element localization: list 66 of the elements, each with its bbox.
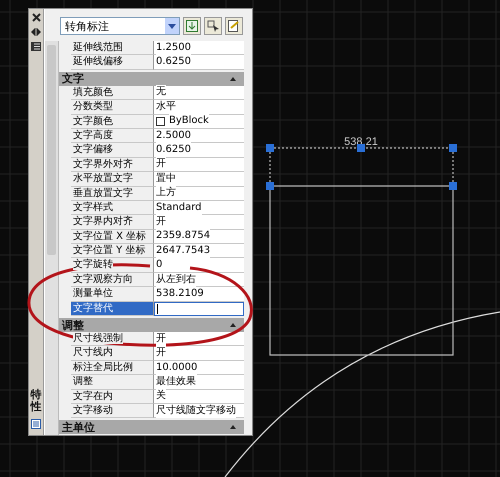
property-name[interactable]: 文字替代 [71,302,154,316]
property-value: 开 [154,158,244,172]
property-name[interactable]: 调整 [71,375,154,390]
property-name[interactable]: 文字颜色 [71,114,154,129]
property-value: 上方 [154,186,244,201]
property-name[interactable]: 标注全局比例 [71,360,154,376]
property-name[interactable]: 文字移动 [71,404,154,418]
close-icon[interactable] [32,13,40,22]
property-name[interactable]: 延伸线偏移 [71,55,154,70]
property-name[interactable]: 文字观察方向 [71,272,154,288]
properties-icon[interactable] [31,419,41,429]
property-name[interactable]: 文字在内 [71,390,154,404]
property-value: 2359.8754 [154,230,244,244]
property-value: 2647.7543 [154,244,244,258]
property-value: 10.0000 [154,360,244,376]
menu-icon[interactable] [31,42,41,51]
property-name[interactable]: 测量单位 [71,287,154,302]
property-name[interactable]: 垂直放置文字 [71,186,154,201]
property-name[interactable]: 文字界内对齐 [71,215,154,230]
property-name[interactable]: 尺寸线内 [71,346,154,361]
property-name[interactable]: 填充颜色 [71,86,154,100]
property-value: ByBlock [169,114,209,128]
object-type-dropdown[interactable]: 转角标注 [60,17,180,35]
grip-handle [266,182,274,190]
property-name[interactable]: 文字高度 [71,128,154,144]
property-value: Standard [154,200,244,216]
toggle-pickadd-button[interactable] [225,17,243,35]
auto-hide-icon[interactable] [31,28,41,36]
property-value: 0 [154,258,244,273]
property-value: 无 [154,86,244,100]
property-name[interactable]: 延伸线范围 [71,41,154,56]
grip-handle [449,182,457,190]
color-swatch-icon [156,116,165,126]
caret-icon[interactable] [165,18,179,34]
property-name[interactable]: 分数类型 [71,100,154,115]
property-name[interactable]: 尺寸线强制 [71,332,154,346]
grip-handle [266,144,274,152]
section-header[interactable]: 调整 [59,318,244,332]
property-value-field[interactable] [154,302,244,316]
grip-handle [357,144,365,152]
property-value: 0.6250 [154,143,244,158]
property-name[interactable]: 文字界外对齐 [71,158,154,172]
property-name[interactable]: 文字偏移 [71,143,154,158]
section-header[interactable]: 主单位 [59,420,244,434]
property-name[interactable]: 文字位置 Y 坐标 [71,244,154,258]
property-value: 最佳效果 [154,375,244,390]
property-value: 置中 [154,172,244,187]
property-value: 538.2109 [154,287,244,302]
property-value: 尺寸线随文字移动 [154,404,244,418]
property-value: 开 [154,215,244,230]
property-value: 关 [154,390,244,404]
scrollbar[interactable] [45,41,59,435]
property-name[interactable]: 文字旋转 [71,258,154,273]
palette-title: 特性 [30,388,42,413]
property-value: 2.5000 [154,128,244,144]
section-header[interactable]: 文字 [59,72,244,86]
property-value: 1.2500 [154,41,244,56]
select-objects-button[interactable] [204,17,222,35]
property-value: 水平 [154,100,244,115]
property-name[interactable]: 水平放置文字 [71,172,154,187]
quick-select-button[interactable] [183,17,201,35]
property-value: 0.6250 [154,55,244,70]
property-value: 开 [154,346,244,361]
property-name[interactable]: 文字位置 X 坐标 [71,230,154,244]
grip-handle [449,144,457,152]
property-name[interactable]: 文字样式 [71,200,154,216]
